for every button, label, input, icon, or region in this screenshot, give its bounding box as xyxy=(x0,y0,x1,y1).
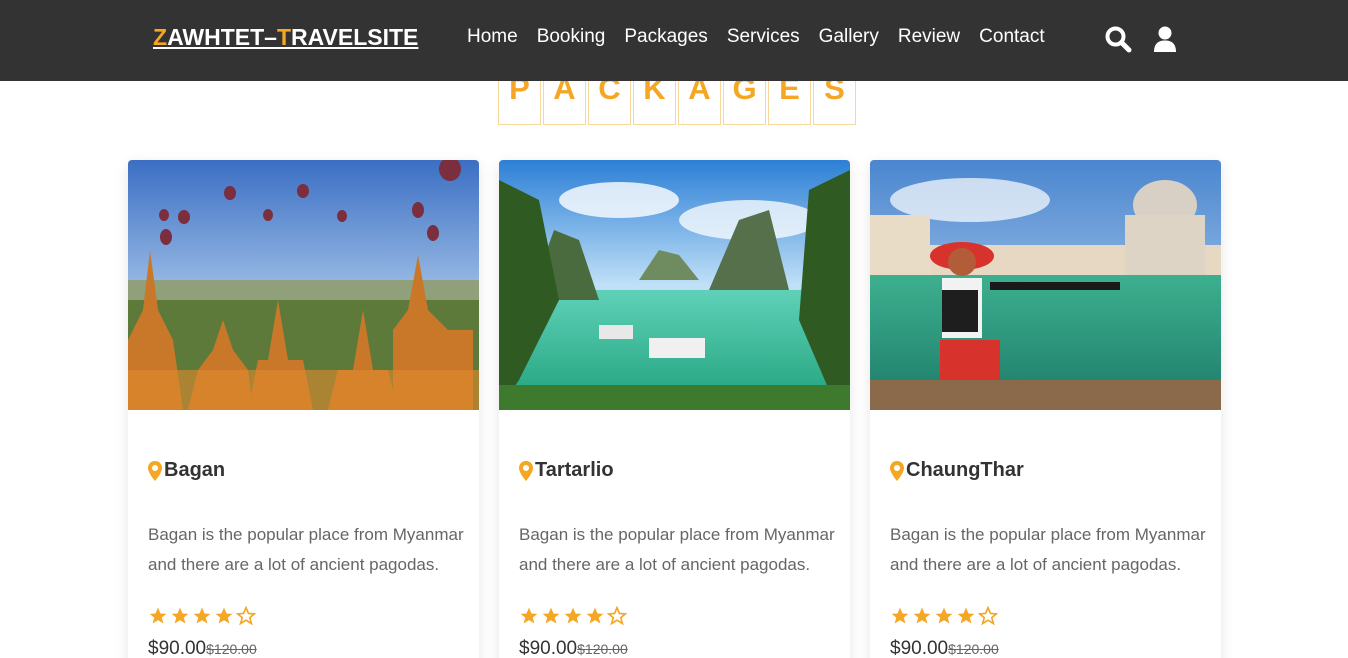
star-filled-icon xyxy=(542,607,560,624)
card-title: ChaungThar xyxy=(890,459,1024,482)
card-title-text: Bagan xyxy=(164,459,226,481)
package-card-bagan[interactable]: Bagan Bagan is the popular place from My… xyxy=(128,160,479,658)
nav-packages[interactable]: Packages xyxy=(624,26,707,48)
nav-home[interactable]: Home xyxy=(467,26,518,48)
heading-letter: A xyxy=(678,81,721,125)
old-price: $120.00 xyxy=(206,641,257,657)
card-description: Bagan is the popular place from Myanmar … xyxy=(890,525,1206,574)
heading-letter: A xyxy=(543,81,586,125)
current-price: $90.00 xyxy=(519,638,578,658)
card-title: Bagan xyxy=(148,459,225,482)
search-icon[interactable] xyxy=(1104,25,1132,53)
price: $90.00$120.00 xyxy=(519,638,628,658)
current-price: $90.00 xyxy=(148,638,207,658)
card-title-text: Tartarlio xyxy=(535,459,614,481)
star-empty-icon xyxy=(978,606,998,626)
main-nav: Home Booking Packages Services Gallery R… xyxy=(467,26,1045,48)
logo-text-rest: RAVELSITE xyxy=(291,24,419,50)
logo-accent-z: Z xyxy=(153,24,168,50)
nav-review[interactable]: Review xyxy=(898,26,960,48)
map-marker-icon xyxy=(148,460,162,481)
heading-letter: E xyxy=(768,81,811,125)
section-heading-packages: P A C K A G E S xyxy=(498,81,858,125)
heading-letter: G xyxy=(723,81,766,125)
star-filled-icon xyxy=(564,607,582,624)
heading-letter: P xyxy=(498,81,541,125)
star-rating xyxy=(148,606,256,626)
price: $90.00$120.00 xyxy=(148,638,257,658)
old-price: $120.00 xyxy=(577,641,628,657)
user-icon[interactable] xyxy=(1151,25,1179,53)
venice-canal-image xyxy=(870,160,1221,410)
package-card-tartarlio[interactable]: Tartarlio Bagan is the popular place fro… xyxy=(499,160,850,658)
star-empty-icon xyxy=(236,606,256,626)
star-filled-icon xyxy=(149,607,167,624)
star-empty-icon xyxy=(607,606,627,626)
star-filled-icon xyxy=(520,607,538,624)
star-rating xyxy=(519,606,627,626)
card-title-text: ChaungThar xyxy=(906,459,1024,481)
site-logo[interactable]: ZAWHTET–TRAVELSITE xyxy=(153,24,418,51)
card-description: Bagan is the popular place from Myanmar … xyxy=(519,525,835,574)
nav-booking[interactable]: Booking xyxy=(537,26,606,48)
bagan-temples-image xyxy=(128,160,479,410)
card-description: Bagan is the popular place from Myanmar … xyxy=(148,525,464,574)
star-filled-icon xyxy=(171,607,189,624)
map-marker-icon xyxy=(519,460,533,481)
nav-services[interactable]: Services xyxy=(727,26,800,48)
price: $90.00$120.00 xyxy=(890,638,999,658)
star-filled-icon xyxy=(193,607,211,624)
star-filled-icon xyxy=(935,607,953,624)
map-marker-icon xyxy=(890,460,904,481)
star-filled-icon xyxy=(586,607,604,624)
nav-contact[interactable]: Contact xyxy=(979,26,1044,48)
old-price: $120.00 xyxy=(948,641,999,657)
card-title: Tartarlio xyxy=(519,459,614,482)
nav-gallery[interactable]: Gallery xyxy=(819,26,879,48)
current-price: $90.00 xyxy=(890,638,949,658)
logo-accent-t: T xyxy=(276,24,292,50)
top-header: ZAWHTET–TRAVELSITE Home Booking Packages… xyxy=(0,0,1348,81)
heading-letter: K xyxy=(633,81,676,125)
package-card-chaungthar[interactable]: ChaungThar Bagan is the popular place fr… xyxy=(870,160,1221,658)
star-rating xyxy=(890,606,998,626)
star-filled-icon xyxy=(215,607,233,624)
heading-letter: C xyxy=(588,81,631,125)
logo-text-mid: AWHTET– xyxy=(167,24,277,50)
heading-letter: S xyxy=(813,81,856,125)
star-filled-icon xyxy=(913,607,931,624)
halong-bay-image xyxy=(499,160,850,410)
star-filled-icon xyxy=(957,607,975,624)
star-filled-icon xyxy=(891,607,909,624)
